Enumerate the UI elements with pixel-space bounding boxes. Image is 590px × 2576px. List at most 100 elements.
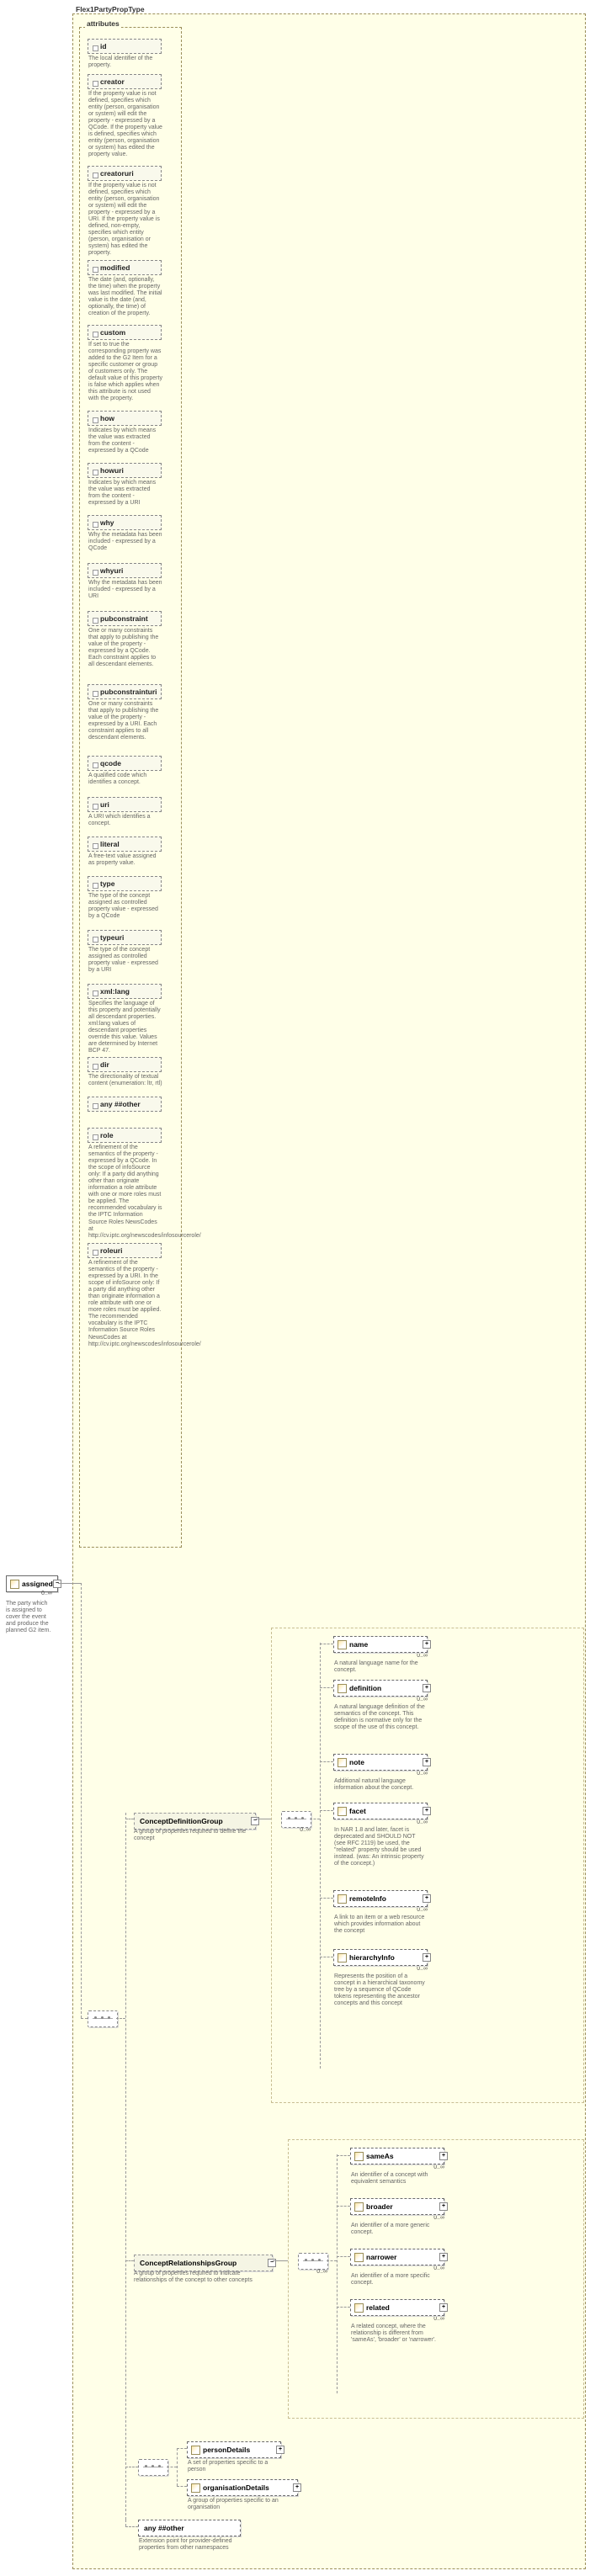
group-rel-desc: A group of properties required to indica…	[134, 2271, 273, 2284]
attr-creator[interactable]: creatorIf the property value is not defi…	[88, 74, 162, 158]
expand-icon[interactable]: +	[439, 2202, 448, 2211]
expand-icon[interactable]: +	[423, 1640, 431, 1649]
elem-facet[interactable]: facet+0..∞In NAR 1.8 and later, facet is…	[333, 1803, 428, 1867]
elem-label: note	[349, 1758, 364, 1766]
elem-card: 0..∞	[350, 2265, 446, 2271]
attr-name: pubconstraint	[88, 611, 162, 626]
expand-icon[interactable]: +	[423, 1684, 431, 1692]
attr-qcode[interactable]: qcodeA qualified code which identifies a…	[88, 756, 162, 786]
expand-icon[interactable]: +	[423, 1953, 431, 1962]
elem-related[interactable]: related+0..∞A related concept, where the…	[350, 2299, 444, 2344]
elem-narrower[interactable]: narrower+0..∞An identifier of a more spe…	[350, 2249, 444, 2287]
attr-desc: The local identifier of the property.	[88, 54, 163, 69]
expand-icon[interactable]: +	[293, 2483, 301, 2492]
attr-name: uri	[88, 797, 162, 812]
attr-roleuri[interactable]: roleuriA refinement of the semantics of …	[88, 1243, 162, 1348]
elem-card: 0..∞	[350, 2316, 446, 2322]
attr-literal[interactable]: literalA free-text value assigned as pro…	[88, 837, 162, 867]
elem-sameAs[interactable]: sameAs+0..∞An identifier of a concept wi…	[350, 2148, 444, 2186]
attr-name: modified	[88, 260, 162, 275]
elem-remoteInfo[interactable]: remoteInfo+0..∞A link to an item or a we…	[333, 1890, 428, 1935]
attr-pubconstrainturi[interactable]: pubconstrainturiOne or many constraints …	[88, 684, 162, 741]
attr-typeuri[interactable]: typeuriThe type of the concept assigned …	[88, 930, 162, 974]
elem-desc: Extension point for provider-defined pro…	[138, 2536, 241, 2552]
elem-personDetails[interactable]: personDetails + A set of properties spec…	[187, 2441, 281, 2473]
attr-uri[interactable]: uriA URI which identifies a concept.	[88, 797, 162, 827]
attr-id[interactable]: idThe local identifier of the property.	[88, 39, 162, 69]
attr-desc: Indicates by which means the value was e…	[88, 426, 163, 454]
attr-type[interactable]: typeThe type of the concept assigned as …	[88, 876, 162, 920]
elem-name[interactable]: name+0..∞A natural language name for the…	[333, 1636, 428, 1674]
attr-desc: Indicates by which means the value was e…	[88, 478, 163, 507]
attr-howuri[interactable]: howuriIndicates by which means the value…	[88, 463, 162, 507]
elem-any-other[interactable]: any ##other Extension point for provider…	[138, 2520, 241, 2552]
def-sequence: 0..∞	[281, 1811, 311, 1828]
attr-creatoruri[interactable]: creatoruriIf the property value is not d…	[88, 166, 162, 258]
elem-desc: An identifier of a more generic concept.	[350, 2221, 444, 2236]
attr-xml-lang[interactable]: xml:langSpecifies the language of this p…	[88, 984, 162, 1054]
attr-name: qcode	[88, 756, 162, 771]
elem-card: 0..∞	[333, 1653, 429, 1659]
attr-desc: The directionality of textual content (e…	[88, 1072, 163, 1087]
attr-desc: One or many constraints that apply to pu…	[88, 626, 163, 668]
attr-dir[interactable]: dirThe directionality of textual content…	[88, 1057, 162, 1087]
expand-icon[interactable]: −	[53, 1580, 61, 1588]
root-card: 0..∞	[41, 1591, 52, 1596]
elem-definition[interactable]: definition+0..∞A natural language defini…	[333, 1680, 428, 1731]
elem-desc: In NAR 1.8 and later, facet is deprecate…	[333, 1825, 428, 1867]
group-def-name: ConceptDefinitionGroup	[140, 1817, 223, 1825]
root-element[interactable]: assignedTo −	[6, 1575, 58, 1592]
comp-card: 0..∞	[316, 2269, 327, 2275]
attr-desc: The type of the concept assigned as cont…	[88, 945, 163, 974]
elem-card: 0..∞	[333, 1966, 429, 1972]
attr-name: how	[88, 411, 162, 426]
expand-icon[interactable]: +	[439, 2152, 448, 2160]
attr-modified[interactable]: modifiedThe date (and, optionally, the t…	[88, 260, 162, 317]
attr-custom[interactable]: customIf set to true the corresponding p…	[88, 325, 162, 402]
attr-how[interactable]: howIndicates by which means the value wa…	[88, 411, 162, 454]
elem-card: 0..∞	[333, 1907, 429, 1913]
attr-role[interactable]: roleA refinement of the semantics of the…	[88, 1128, 162, 1240]
elem-label: definition	[349, 1684, 381, 1692]
element-icon	[338, 1758, 347, 1767]
expand-icon[interactable]: +	[276, 2446, 284, 2454]
attr-name: typeuri	[88, 930, 162, 945]
expand-icon[interactable]: +	[439, 2303, 448, 2312]
elem-broader[interactable]: broader+0..∞An identifier of a more gene…	[350, 2198, 444, 2236]
element-icon	[338, 1807, 347, 1816]
expand-icon[interactable]: +	[423, 1894, 431, 1903]
root-sequence	[88, 2010, 118, 2027]
attr-name: role	[88, 1128, 162, 1143]
attributes-title: attributes	[85, 19, 121, 28]
elem-label: any ##other	[144, 2524, 184, 2532]
attr-any-other[interactable]: any ##other	[88, 1097, 162, 1112]
element-icon	[191, 2446, 200, 2455]
attr-desc: If set to true the corresponding propert…	[88, 340, 163, 402]
elem-label: hierarchyInfo	[349, 1953, 395, 1962]
attr-desc: A free-text value assigned as property v…	[88, 852, 163, 867]
group-concept-relationships[interactable]: ConceptRelationshipsGroup −	[134, 2255, 273, 2271]
attr-pubconstraint[interactable]: pubconstraintOne or many constraints tha…	[88, 611, 162, 668]
element-icon	[354, 2303, 364, 2313]
elem-desc: A group of properties specific to an org…	[187, 2496, 298, 2511]
attr-why[interactable]: whyWhy the metadata has been included - …	[88, 515, 162, 552]
elem-desc: A natural language definition of the sem…	[333, 1702, 428, 1731]
expand-icon[interactable]: +	[423, 1807, 431, 1815]
group-concept-definition[interactable]: ConceptDefinitionGroup −	[134, 1813, 256, 1830]
elem-hierarchyInfo[interactable]: hierarchyInfo+0..∞Represents the positio…	[333, 1949, 428, 2007]
attr-desc: A refinement of the semantics of the pro…	[88, 1143, 163, 1240]
elem-card: 0..∞	[333, 1771, 429, 1777]
group-rel-name: ConceptRelationshipsGroup	[140, 2259, 237, 2267]
elem-desc: A natural language name for the concept.	[333, 1659, 428, 1674]
elem-note[interactable]: note+0..∞Additional natural language inf…	[333, 1754, 428, 1792]
attr-desc: A qualified code which identifies a conc…	[88, 771, 163, 786]
attr-name: id	[88, 39, 162, 54]
expand-icon[interactable]: +	[423, 1758, 431, 1766]
attr-desc: Why the metadata has been included - exp…	[88, 578, 163, 600]
attr-name: creatoruri	[88, 166, 162, 181]
group-def-desc: A group of properties required to define…	[134, 1829, 256, 1842]
expand-icon[interactable]: +	[439, 2253, 448, 2261]
attr-whyuri[interactable]: whyuriWhy the metadata has been included…	[88, 563, 162, 600]
elem-desc: A set of properties specific to a person	[187, 2458, 281, 2473]
elem-organisationDetails[interactable]: organisationDetails + A group of propert…	[187, 2479, 298, 2511]
